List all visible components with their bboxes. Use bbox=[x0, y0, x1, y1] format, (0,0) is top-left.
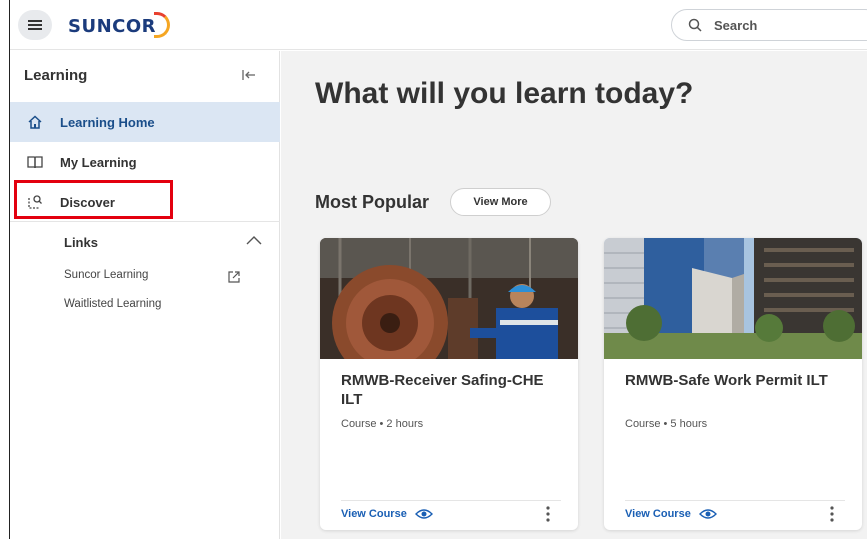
main-content: What will you learn today? Most Popular … bbox=[281, 51, 867, 539]
discover-highlight-box bbox=[14, 180, 173, 219]
sidebar-item-label: Learning Home bbox=[60, 114, 155, 130]
logo-text: SUNCOR bbox=[68, 15, 157, 37]
sidebar-title: Learning bbox=[24, 67, 88, 84]
card-divider bbox=[625, 500, 845, 501]
home-icon bbox=[26, 113, 44, 131]
section-title: Most Popular bbox=[315, 192, 430, 212]
view-course-link[interactable]: View Course bbox=[625, 508, 717, 520]
course-card[interactable]: RMWB-Receiver Safing-CHE ILT Course • 2 … bbox=[320, 238, 578, 530]
external-link-icon[interactable] bbox=[228, 271, 240, 283]
view-more-button[interactable]: View More bbox=[450, 188, 551, 216]
view-course-label: View Course bbox=[625, 508, 691, 520]
suncor-logo[interactable]: SUNCOR bbox=[68, 12, 171, 38]
course-title[interactable]: RMWB-Safe Work Permit ILT bbox=[625, 371, 845, 390]
view-course-link[interactable]: View Course bbox=[341, 508, 433, 520]
course-image-worker[interactable] bbox=[320, 238, 578, 359]
sidebar-item-learning-home[interactable]: Learning Home bbox=[10, 102, 280, 142]
view-course-label: View Course bbox=[341, 508, 407, 520]
more-options-icon[interactable] bbox=[545, 506, 551, 522]
link-waitlisted-learning[interactable]: Waitlisted Learning bbox=[64, 298, 161, 310]
logo-arc-icon bbox=[154, 12, 171, 38]
app-frame: SUNCOR Search Learning Learning Home My … bbox=[9, 0, 867, 539]
card-divider bbox=[341, 500, 561, 501]
sidebar-divider bbox=[10, 221, 280, 222]
course-meta: Course • 5 hours bbox=[625, 418, 708, 430]
hamburger-icon bbox=[28, 20, 42, 30]
link-suncor-learning[interactable]: Suncor Learning bbox=[64, 269, 148, 281]
course-image-building[interactable] bbox=[604, 238, 862, 359]
menu-button[interactable] bbox=[18, 10, 52, 40]
sidebar-item-my-learning[interactable]: My Learning bbox=[10, 142, 280, 182]
page-title: What will you learn today? bbox=[315, 77, 694, 110]
eye-icon bbox=[414, 509, 433, 519]
links-section-header[interactable]: Links bbox=[64, 235, 98, 250]
book-icon bbox=[26, 153, 44, 171]
more-options-icon[interactable] bbox=[829, 506, 835, 522]
eye-icon bbox=[698, 509, 717, 519]
search-input[interactable]: Search bbox=[671, 9, 867, 41]
chevron-up-icon[interactable] bbox=[246, 235, 262, 245]
course-title[interactable]: RMWB-Receiver Safing-CHE ILT bbox=[341, 371, 561, 409]
course-card[interactable]: RMWB-Safe Work Permit ILT Course • 5 hou… bbox=[604, 238, 862, 530]
search-placeholder: Search bbox=[714, 17, 758, 33]
top-header: SUNCOR Search bbox=[10, 0, 867, 50]
sidebar-item-label: My Learning bbox=[60, 154, 137, 170]
sidebar: Learning Learning Home My Learning Disco… bbox=[10, 51, 280, 539]
collapse-sidebar-icon[interactable] bbox=[242, 69, 256, 81]
search-icon bbox=[688, 18, 702, 32]
course-meta: Course • 2 hours bbox=[341, 418, 424, 430]
